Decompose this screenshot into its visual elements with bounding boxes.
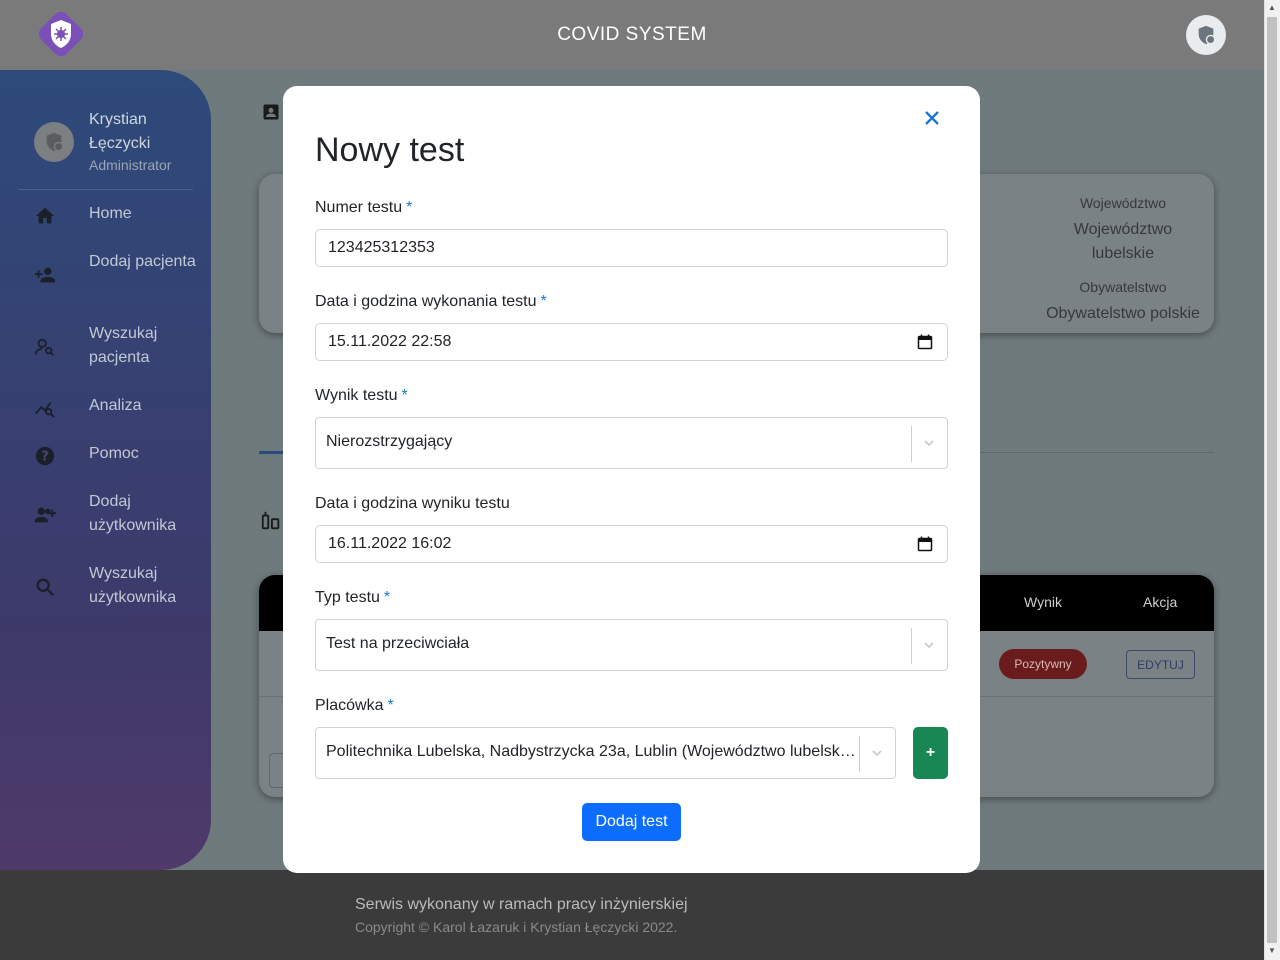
edit-button[interactable]: EDYTUJ: [1126, 650, 1195, 679]
required-mark: *: [387, 697, 394, 714]
sidebar-item-label: Analiza: [89, 397, 142, 414]
sidebar-divider: [18, 189, 193, 190]
column-header-action: Akcja: [1143, 594, 1178, 610]
modal-title: Nowy test: [315, 131, 465, 169]
test-number-label: Numer testu *: [315, 199, 413, 216]
footer-copyright: Copyright © Karol Łazaruk i Krystian Łęc…: [355, 919, 678, 935]
add-users-icon: [34, 507, 56, 523]
scrollbar-thumb[interactable]: [1267, 17, 1277, 943]
citizenship-value: Obywatelstwo polskie: [1046, 305, 1200, 322]
search-person-icon: [34, 338, 54, 356]
sidebar-item-label: Wyszukaj użytkownika: [89, 565, 177, 606]
scroll-up-arrow-icon[interactable]: ▲: [1268, 3, 1276, 12]
vaccine-icon: [261, 511, 280, 530]
sidebar-item-label: Dodaj użytkownika: [89, 493, 177, 534]
test-result-label: Wynik testu *: [315, 387, 408, 404]
add-person-icon: [34, 267, 56, 283]
facility-select[interactable]: Politechnika Lubelska, Nadbystrzycka 23a…: [315, 727, 896, 779]
required-mark: *: [406, 199, 413, 216]
svg-text:?: ?: [41, 450, 48, 465]
test-number-input[interactable]: 123425312353: [315, 229, 948, 267]
test-type-label: Typ testu *: [315, 589, 391, 606]
tab-active-indicator: [259, 451, 284, 454]
contact-card-icon: [263, 104, 279, 120]
test-datetime-input[interactable]: 15.11.2022 22:58: [315, 323, 948, 361]
test-type-select[interactable]: Test na przeciwciała: [315, 619, 948, 671]
analytics-icon: [35, 401, 55, 418]
help-icon: ?: [35, 446, 55, 466]
result-datetime-input[interactable]: 16.11.2022 16:02: [315, 525, 948, 563]
chevron-down-icon[interactable]: [922, 638, 936, 652]
shield-user-icon: [46, 132, 64, 152]
facility-label: Placówka *: [315, 697, 394, 714]
sidebar-item-label: Wyszukaj pacjenta: [89, 325, 158, 366]
home-icon: [35, 207, 55, 224]
sidebar-item-label: Pomoc: [89, 445, 139, 462]
scroll-down-arrow-icon[interactable]: ▼: [1268, 946, 1276, 955]
app-logo-icon[interactable]: [34, 7, 88, 61]
status-badge: Pozytywny: [999, 649, 1087, 679]
footer: [0, 870, 1264, 960]
app-title: COVID SYSTEM: [557, 24, 707, 45]
chevron-down-icon[interactable]: [922, 436, 936, 450]
chevron-down-icon[interactable]: [870, 746, 884, 760]
test-result-select[interactable]: Nierozstrzygający: [315, 417, 948, 469]
footer-text: Serwis wykonany w ramach pracy inżyniers…: [355, 896, 688, 913]
close-icon: [925, 111, 939, 125]
calendar-icon[interactable]: [917, 334, 933, 350]
sidebar-user-role: Administrator: [89, 157, 172, 173]
required-mark: *: [401, 387, 408, 404]
required-mark: *: [383, 589, 391, 606]
shield-user-icon: [1198, 25, 1216, 45]
search-icon: [36, 578, 55, 597]
close-button[interactable]: [918, 104, 946, 132]
voivodeship-label: Województwo: [1079, 195, 1167, 211]
sidebar: [0, 70, 211, 870]
voivodeship-value: Województwo lubelskie: [1073, 221, 1173, 262]
add-facility-button[interactable]: +: [913, 727, 948, 779]
user-avatar-button[interactable]: [1186, 15, 1226, 55]
test-datetime-label: Data i godzina wykonania testu *: [315, 293, 547, 310]
column-header-result: Wynik: [1024, 594, 1062, 610]
calendar-icon[interactable]: [917, 536, 933, 552]
sidebar-item-label: Home: [89, 205, 132, 222]
sidebar-user-name: Krystian Łęczycki: [89, 111, 151, 152]
required-mark: *: [540, 293, 547, 310]
result-datetime-label: Data i godzina wyniku testu: [315, 495, 510, 512]
top-navbar: COVID SYSTEM: [0, 0, 1264, 70]
citizenship-label: Obywatelstwo: [1079, 279, 1167, 295]
sidebar-avatar: [34, 122, 74, 162]
sidebar-item-label: Dodaj pacjenta: [89, 253, 196, 270]
add-test-button[interactable]: Dodaj test: [582, 803, 681, 841]
